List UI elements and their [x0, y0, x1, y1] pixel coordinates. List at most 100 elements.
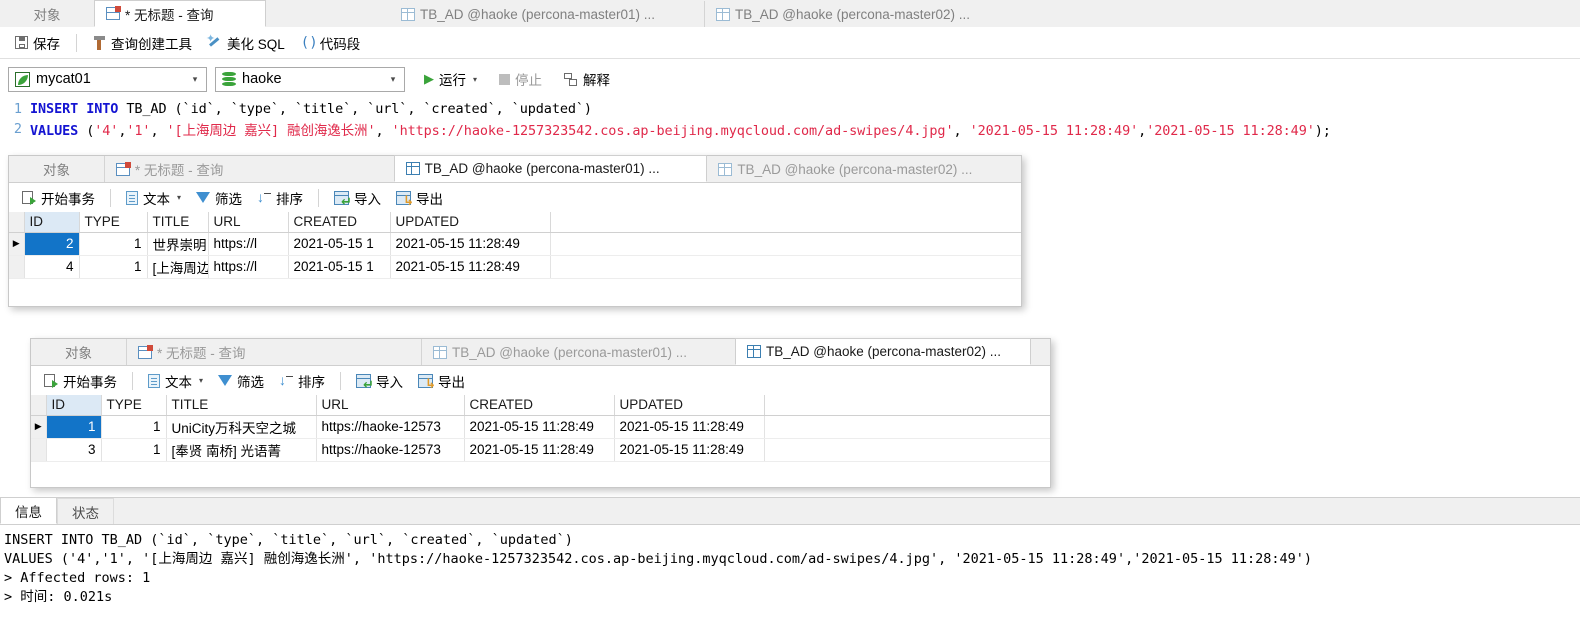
info-log[interactable]: INSERT INTO TB_AD (`id`, `type`, `title`…: [0, 525, 1580, 607]
panel1-tab-master01[interactable]: TB_AD @haoke (percona-master01) ...: [393, 155, 708, 182]
tab-tbad-master01[interactable]: TB_AD @haoke (percona-master01) ...: [390, 1, 704, 27]
chevron-down-icon[interactable]: ▾: [177, 193, 181, 202]
sort-button[interactable]: 排序: [250, 186, 310, 210]
export-button[interactable]: 导出: [411, 369, 472, 393]
import-button[interactable]: 导入: [349, 369, 410, 393]
column-header-url[interactable]: URL: [316, 395, 465, 416]
cell-updated[interactable]: 2021-05-15 11:28:49: [614, 415, 765, 439]
transaction-icon: [44, 373, 58, 388]
sort-label: 排序: [298, 374, 326, 390]
save-label: 保存: [33, 36, 60, 52]
column-header-updated[interactable]: UPDATED: [614, 395, 765, 416]
column-header-type[interactable]: TYPE: [79, 212, 148, 233]
panel1-tab-objects[interactable]: 对象: [9, 156, 104, 182]
cell-id[interactable]: 4: [24, 255, 80, 279]
result-table: ID TYPE TITLE URL CREATED UPDATED 2 1 世界…: [9, 212, 1021, 279]
cell-title[interactable]: [奉贤 南桥] 光语菁: [166, 438, 317, 462]
database-select[interactable]: haoke ▾: [215, 66, 405, 92]
panel2-tab-master02[interactable]: TB_AD @haoke (percona-master02) ...: [735, 338, 1031, 365]
panel1-result-toolbar: 开始事务 文本 ▾ 筛选 排序 导入 导出: [9, 183, 1021, 212]
panel1-tab-strip: 对象 * 无标题 - 查询 TB_AD @haoke (percona-mast…: [9, 155, 1021, 183]
beautify-sql-button[interactable]: 美化 SQL: [201, 31, 292, 55]
column-header-url[interactable]: URL: [208, 212, 289, 233]
tab-info-label: 信息: [15, 504, 42, 520]
cell-created[interactable]: 2021-05-15 1: [288, 232, 391, 256]
row-selector-header: [31, 395, 47, 416]
chevron-down-icon[interactable]: ▾: [199, 376, 203, 385]
cell-url[interactable]: https://haoke-12573: [316, 438, 465, 462]
tab-objects[interactable]: 对象: [0, 1, 94, 27]
sort-label: 排序: [276, 191, 304, 207]
sort-button[interactable]: 排序: [272, 369, 332, 393]
cell-created[interactable]: 2021-05-15 11:28:49: [464, 415, 615, 439]
text-icon: [126, 190, 138, 205]
column-header-id[interactable]: ID: [46, 395, 102, 416]
column-header-created[interactable]: CREATED: [288, 212, 391, 233]
panel2-tab-master01[interactable]: TB_AD @haoke (percona-master01) ...: [421, 339, 735, 365]
panel2-tab-strip: 对象 * 无标题 - 查询 TB_AD @haoke (percona-mast…: [31, 338, 1050, 366]
begin-transaction-button[interactable]: 开始事务: [15, 186, 102, 210]
panel2-tab-objects[interactable]: 对象: [31, 339, 126, 365]
panel2-tab-untitled-query[interactable]: * 无标题 - 查询: [126, 339, 421, 365]
cell-title[interactable]: 世界崇明: [147, 232, 209, 256]
column-header-id[interactable]: ID: [24, 212, 80, 233]
cell-url[interactable]: https://l: [208, 255, 289, 279]
query-builder-button[interactable]: 查询创建工具: [86, 31, 199, 55]
table-row[interactable]: 3 1 [奉贤 南桥] 光语菁 https://haoke-12573 2021…: [31, 438, 1050, 462]
cell-type[interactable]: 1: [101, 415, 167, 439]
panel1-tab-objects-label: 对象: [42, 163, 70, 178]
panel1-tab-untitled-query[interactable]: * 无标题 - 查询: [103, 156, 394, 182]
column-header-type[interactable]: TYPE: [101, 395, 167, 416]
cell-created[interactable]: 2021-05-15 11:28:49: [464, 438, 615, 462]
cell-created[interactable]: 2021-05-15 1: [288, 255, 391, 279]
tab-tbad-master02[interactable]: TB_AD @haoke (percona-master02) ...: [704, 1, 1018, 27]
connection-select[interactable]: mycat01 ▾: [8, 66, 207, 92]
info-panel: 信息 状态 INSERT INTO TB_AD (`id`, `type`, `…: [0, 497, 1580, 632]
explain-button[interactable]: 解释: [557, 67, 617, 91]
chevron-down-icon[interactable]: ▾: [473, 75, 477, 84]
cell-url[interactable]: https://haoke-12573: [316, 415, 465, 439]
sql-line-1: INSERT INTO TB_AD (`id`, `type`, `title`…: [30, 101, 592, 117]
panel2-tab-master02-label: TB_AD @haoke (percona-master02) ...: [766, 344, 1002, 359]
export-button[interactable]: 导出: [389, 186, 450, 210]
cell-type[interactable]: 1: [79, 255, 148, 279]
cell-title[interactable]: UniCity万科天空之城: [166, 415, 317, 439]
sql-editor[interactable]: 1 INSERT INTO TB_AD (`id`, `type`, `titl…: [0, 99, 1580, 152]
cell-url[interactable]: https://l: [208, 232, 289, 256]
cell-id[interactable]: 1: [46, 415, 102, 439]
import-button[interactable]: 导入: [327, 186, 388, 210]
begin-transaction-button[interactable]: 开始事务: [37, 369, 124, 393]
run-button[interactable]: ▶ 运行 ▾: [417, 67, 484, 91]
table-row[interactable]: 4 1 [上海周边 https://l 2021-05-15 1 2021-05…: [9, 255, 1021, 279]
begin-transaction-label: 开始事务: [41, 191, 95, 207]
save-button[interactable]: 保存: [8, 31, 67, 55]
column-header-updated[interactable]: UPDATED: [390, 212, 551, 233]
cell-type[interactable]: 1: [101, 438, 167, 462]
filter-button[interactable]: 筛选: [211, 369, 271, 393]
column-header-title[interactable]: TITLE: [147, 212, 209, 233]
tab-status[interactable]: 状态: [57, 498, 114, 524]
column-header-filler: [764, 395, 1050, 416]
cell-updated[interactable]: 2021-05-15 11:28:49: [390, 232, 551, 256]
tab-untitled-query[interactable]: * 无标题 - 查询: [94, 0, 266, 27]
info-tab-strip: 信息 状态: [0, 497, 1580, 525]
tab-info[interactable]: 信息: [0, 497, 57, 524]
filter-button[interactable]: 筛选: [189, 186, 249, 210]
cell-updated[interactable]: 2021-05-15 11:28:49: [390, 255, 551, 279]
cell-type[interactable]: 1: [79, 232, 148, 256]
cell-id[interactable]: 2: [24, 232, 80, 256]
panel2-result-toolbar: 开始事务 文本 ▾ 筛选 排序 导入 导出: [31, 366, 1050, 395]
text-button[interactable]: 文本 ▾: [119, 186, 188, 210]
panel1-tab-master02[interactable]: TB_AD @haoke (percona-master02) ...: [707, 156, 1021, 182]
snippet-button[interactable]: () 代码段: [294, 31, 368, 55]
grid-icon: [401, 7, 415, 21]
cell-title[interactable]: [上海周边: [147, 255, 209, 279]
table-row[interactable]: 2 1 世界崇明 https://l 2021-05-15 1 2021-05-…: [9, 232, 1021, 256]
text-button[interactable]: 文本 ▾: [141, 369, 210, 393]
cell-updated[interactable]: 2021-05-15 11:28:49: [614, 438, 765, 462]
cell-id[interactable]: 3: [46, 438, 102, 462]
table-row[interactable]: 1 1 UniCity万科天空之城 https://haoke-12573 20…: [31, 415, 1050, 439]
column-header-title[interactable]: TITLE: [166, 395, 317, 416]
column-header-created[interactable]: CREATED: [464, 395, 615, 416]
row-marker: [31, 415, 47, 439]
